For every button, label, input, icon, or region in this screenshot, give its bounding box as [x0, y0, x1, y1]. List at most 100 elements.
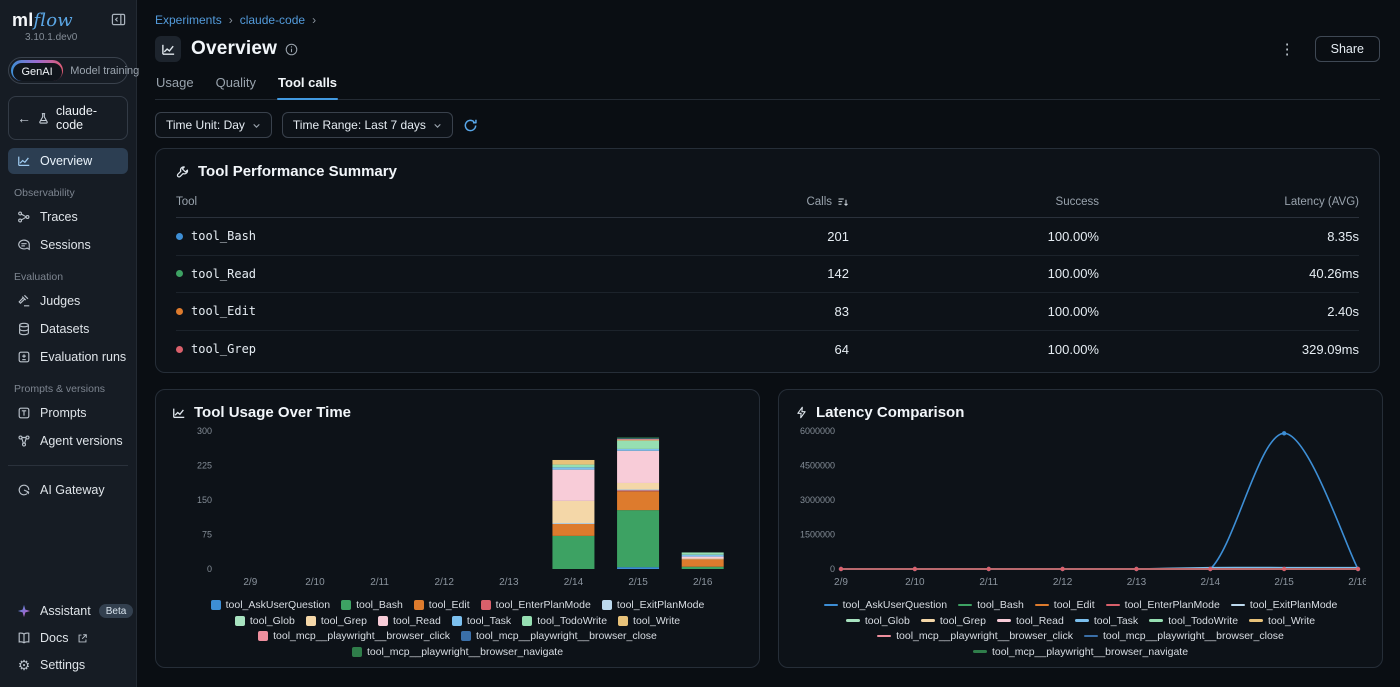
sidebar-item-overview[interactable]: Overview	[8, 148, 128, 174]
legend-swatch	[1035, 604, 1049, 607]
sidebar-item-agent-versions[interactable]: Agent versions	[8, 428, 128, 454]
genai-mode-button[interactable]: GenAI	[13, 63, 62, 81]
bar-segment	[682, 558, 724, 559]
legend-item[interactable]: tool_Bash	[958, 599, 1024, 611]
column-calls[interactable]: Calls	[679, 196, 849, 208]
info-icon[interactable]	[285, 43, 298, 56]
table-row[interactable]: tool_Edit83100.00%2.40s	[176, 293, 1359, 331]
legend-item[interactable]: tool_ExitPlanMode	[602, 599, 705, 611]
sidebar-item-settings[interactable]: ⚙ Settings	[8, 652, 128, 678]
sidebar-item-docs[interactable]: Docs	[8, 625, 128, 651]
legend-label: tool_Write	[633, 615, 680, 627]
legend-swatch	[352, 647, 362, 657]
legend-item[interactable]: tool_Write	[618, 615, 680, 627]
collapse-sidebar-icon[interactable]	[111, 12, 126, 27]
back-arrow-icon[interactable]: ←	[17, 111, 31, 125]
legend-label: tool_mcp__playwright__browser_navigate	[992, 646, 1188, 658]
legend-item[interactable]: tool_EnterPlanMode	[481, 599, 591, 611]
sidebar-item-ai-gateway[interactable]: AI Gateway	[8, 477, 128, 503]
kebab-menu-icon[interactable]: ⋮	[1274, 38, 1301, 60]
svg-text:2/9: 2/9	[834, 577, 848, 588]
legend-item[interactable]: tool_TodoWrite	[1149, 615, 1238, 627]
tab-tool-calls[interactable]: Tool calls	[277, 75, 338, 99]
tab-usage[interactable]: Usage	[155, 75, 195, 99]
table-row[interactable]: tool_Read142100.00%40.26ms	[176, 256, 1359, 294]
table-row[interactable]: tool_Grep64100.00%329.09ms	[176, 331, 1359, 369]
zap-icon	[795, 406, 808, 419]
gear-icon: ⚙	[16, 657, 32, 673]
legend-item[interactable]: tool_Edit	[414, 599, 470, 611]
sidebar-item-evaluation-runs[interactable]: Evaluation runs	[8, 344, 128, 370]
legend-item[interactable]: tool_AskUserQuestion	[211, 599, 330, 611]
model-training-mode-button[interactable]: Model training	[63, 62, 146, 80]
legend-item[interactable]: tool_AskUserQuestion	[824, 599, 947, 611]
experiment-name: claude-code	[56, 104, 119, 132]
legend-item[interactable]: tool_Task	[452, 615, 511, 627]
experiment-selector[interactable]: ← claude-code	[8, 96, 128, 140]
legend-item[interactable]: tool_Glob	[235, 615, 295, 627]
svg-text:2/11: 2/11	[370, 577, 389, 588]
bar-segment	[552, 467, 594, 469]
table-row[interactable]: tool_Bash201100.00%8.35s	[176, 218, 1359, 256]
cell-latency: 329.09ms	[1099, 342, 1359, 357]
tab-quality[interactable]: Quality	[215, 75, 257, 99]
time-range-dropdown[interactable]: Time Range: Last 7 days	[282, 112, 453, 138]
share-button[interactable]: Share	[1315, 36, 1380, 62]
legend-item[interactable]: tool_TodoWrite	[522, 615, 607, 627]
legend-item[interactable]: tool_Grep	[306, 615, 367, 627]
bar-segment	[617, 440, 659, 441]
wrench-icon	[176, 165, 190, 179]
column-success[interactable]: Success	[849, 196, 1099, 208]
legend-item[interactable]: tool_Edit	[1035, 599, 1095, 611]
legend-label: tool_Write	[1268, 615, 1315, 627]
legend-label: tool_mcp__playwright__browser_click	[896, 630, 1073, 642]
legend-item[interactable]: tool_Grep	[921, 615, 986, 627]
svg-text:2/9: 2/9	[243, 577, 257, 588]
line-chart-canvas[interactable]: 015000003000000450000060000002/92/102/11…	[795, 421, 1366, 593]
table-header: Tool Calls Success Latency (AVG)	[176, 196, 1359, 218]
legend-item[interactable]: tool_Bash	[341, 599, 403, 611]
legend-label: tool_Bash	[356, 599, 403, 611]
bar-segment	[617, 489, 659, 490]
sidebar-item-prompts[interactable]: Prompts	[8, 400, 128, 426]
breadcrumb-experiments-link[interactable]: Experiments	[155, 13, 222, 27]
legend-item[interactable]: tool_Glob	[846, 615, 910, 627]
tool-name: tool_Bash	[191, 229, 256, 243]
tool-usage-chart: 0751502253002/92/102/112/122/132/142/152…	[172, 421, 743, 658]
sidebar-item-traces[interactable]: Traces	[8, 204, 128, 230]
legend-swatch	[306, 616, 316, 626]
legend-item[interactable]: tool_mcp__playwright__browser_navigate	[352, 646, 563, 658]
legend-label: tool_Glob	[865, 615, 910, 627]
tool-name: tool_Read	[191, 267, 256, 281]
time-unit-dropdown[interactable]: Time Unit: Day	[155, 112, 272, 138]
legend-item[interactable]: tool_mcp__playwright__browser_click	[258, 630, 450, 642]
sidebar-item-judges[interactable]: Judges	[8, 288, 128, 314]
legend-swatch	[258, 631, 268, 641]
summary-card-title: Tool Performance Summary	[198, 163, 397, 180]
sidebar-item-assistant[interactable]: Assistant Beta	[8, 598, 128, 624]
legend-item[interactable]: tool_mcp__playwright__browser_close	[461, 630, 657, 642]
column-latency[interactable]: Latency (AVG)	[1099, 196, 1359, 208]
sidebar: mlflow 3.10.1.dev0 GenAI Model training …	[0, 0, 137, 687]
sidebar-item-datasets[interactable]: Datasets	[8, 316, 128, 342]
legend-item[interactable]: tool_Read	[997, 615, 1064, 627]
legend-item[interactable]: tool_Read	[378, 615, 441, 627]
legend-item[interactable]: tool_mcp__playwright__browser_click	[877, 630, 1073, 642]
prompt-icon	[16, 405, 32, 421]
bar-segment	[617, 449, 659, 451]
legend-label: tool_mcp__playwright__browser_click	[273, 630, 450, 642]
tool-name: tool_Edit	[191, 304, 256, 318]
legend-item[interactable]: tool_Task	[1075, 615, 1138, 627]
refresh-icon[interactable]	[463, 118, 478, 133]
breadcrumb-experiment-link[interactable]: claude-code	[240, 13, 305, 27]
column-tool[interactable]: Tool	[176, 196, 679, 208]
legend-item[interactable]: tool_ExitPlanMode	[1231, 599, 1338, 611]
bar-chart-canvas[interactable]: 0751502253002/92/102/112/122/132/142/152…	[172, 421, 743, 593]
legend-item[interactable]: tool_mcp__playwright__browser_close	[1084, 630, 1284, 642]
legend-item[interactable]: tool_EnterPlanMode	[1106, 599, 1220, 611]
mlflow-logo: mlflow	[12, 10, 77, 31]
sidebar-item-sessions[interactable]: Sessions	[8, 232, 128, 258]
legend-item[interactable]: tool_Write	[1249, 615, 1315, 627]
latency-chart-title: Latency Comparison	[816, 404, 964, 421]
legend-item[interactable]: tool_mcp__playwright__browser_navigate	[973, 646, 1188, 658]
